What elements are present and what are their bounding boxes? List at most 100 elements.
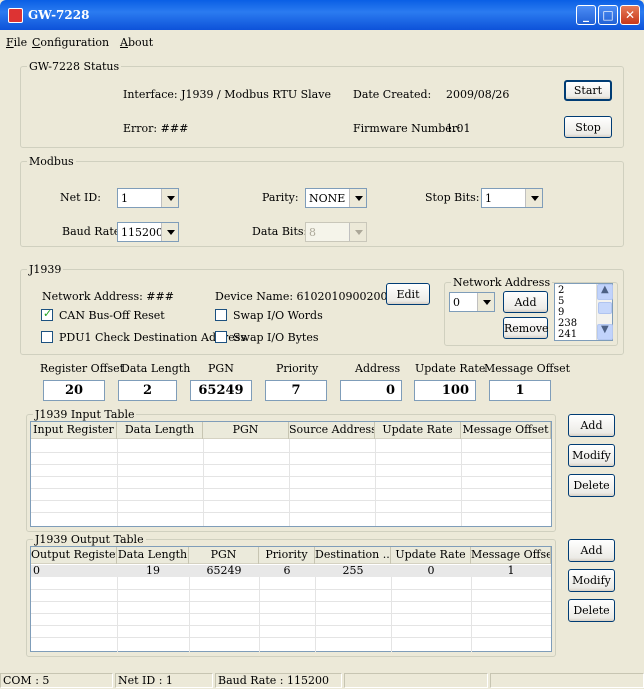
scroll-thumb[interactable] (598, 302, 612, 314)
column-header[interactable]: Source Address (289, 422, 375, 439)
maximize-button[interactable]: □ (598, 5, 618, 25)
data-length-label: Data Length (121, 362, 191, 375)
baud-rate-dropdown-arrow[interactable] (161, 223, 178, 241)
checkbox-icon[interactable] (41, 331, 53, 343)
column-header[interactable]: Update Rate (375, 422, 461, 439)
status-bar: COM : 5 Net ID : 1 Baud Rate : 115200 (0, 672, 644, 689)
list-item[interactable]: 5 (558, 296, 564, 307)
data-length-input[interactable]: 2 (118, 380, 177, 401)
network-address-remove-button[interactable]: Remove (503, 317, 549, 339)
data-bits-value: 8 (309, 226, 316, 239)
column-header[interactable]: Message Offset (471, 547, 551, 564)
baud-rate-combo[interactable]: 115200 (117, 222, 179, 242)
output-modify-button[interactable]: Modify (568, 569, 615, 592)
list-item[interactable]: 2 (558, 285, 564, 296)
network-address-dropdown-arrow[interactable] (477, 293, 494, 311)
net-id-dropdown-arrow[interactable] (161, 189, 178, 207)
parity-dropdown-arrow[interactable] (349, 189, 366, 207)
swap-io-words-label: Swap I/O Words (233, 309, 323, 322)
pgn-cell: 65249 (206, 565, 242, 577)
stop-button[interactable]: Stop (564, 116, 612, 138)
column-header[interactable]: Priority (259, 547, 315, 564)
column-header[interactable]: Data Length (117, 547, 189, 564)
grid-line (31, 613, 551, 614)
input-add-button[interactable]: Add (568, 414, 615, 437)
address-input[interactable]: 0 (340, 380, 402, 401)
address-label: Address (355, 362, 401, 375)
scroll-up-button[interactable]: ▲ (597, 284, 613, 300)
menu-bar: File Configuration About (0, 30, 644, 52)
list-item[interactable]: 238 (558, 318, 577, 329)
menu-configuration[interactable]: Configuration (32, 36, 109, 49)
status-net-id: Net ID : 1 (115, 673, 213, 688)
close-button[interactable]: ✕ (620, 5, 640, 25)
network-address-label: Network Address: ### (42, 290, 174, 303)
chevron-down-icon (355, 230, 363, 235)
maximize-icon: □ (602, 8, 614, 22)
register-offset-input[interactable]: 20 (43, 380, 105, 401)
menu-file[interactable]: File (6, 36, 27, 49)
checkbox-icon[interactable] (215, 309, 227, 321)
network-address-add-button[interactable]: Add (503, 291, 548, 313)
edit-button[interactable]: Edit (386, 283, 430, 305)
priority-cell: 6 (283, 565, 291, 577)
input-modify-button[interactable]: Modify (568, 444, 615, 467)
network-address-list[interactable]: 2 5 9 238 241 ▲ ▼ (554, 283, 613, 341)
priority-input[interactable]: 7 (265, 380, 327, 401)
message-offset-input[interactable]: 1 (489, 380, 551, 401)
net-id-combo[interactable]: 1 (117, 188, 179, 208)
output-table-legend: J1939 Output Table (35, 533, 144, 546)
column-header[interactable]: PGN (203, 422, 289, 439)
column-header[interactable]: Data Length (117, 422, 203, 439)
column-header[interactable]: Destination ... (315, 547, 391, 564)
device-name-label: Device Name: 6102010900200001 (215, 290, 409, 303)
status-com: COM : 5 (0, 673, 113, 688)
column-header[interactable]: Message Offset (461, 422, 551, 439)
title-bar[interactable]: GW-7228 _ □ ✕ (0, 0, 644, 30)
parity-combo[interactable]: NONE (305, 188, 367, 208)
pgn-input[interactable]: 65249 (190, 380, 252, 401)
list-scrollbar[interactable]: ▲ ▼ (596, 284, 613, 340)
start-button[interactable]: Start (564, 80, 612, 101)
grid-line (31, 452, 551, 453)
minimize-button[interactable]: _ (576, 5, 596, 25)
column-header[interactable]: Update Rate (391, 547, 471, 564)
grid-line (31, 625, 551, 626)
stop-bits-label: Stop Bits: (425, 191, 480, 204)
net-id-label: Net ID: (60, 191, 101, 204)
status-panel-empty (490, 673, 644, 688)
stop-bits-combo[interactable]: 1 (481, 188, 543, 208)
firmware-value: 1.01 (446, 122, 471, 135)
interface-label: Interface: J1939 / Modbus RTU Slave (123, 88, 331, 101)
output-register-cell: 0 (33, 565, 40, 577)
input-table[interactable]: Input Register Data Length PGN Source Ad… (30, 421, 552, 527)
menu-about[interactable]: About (120, 36, 153, 49)
status-panel-empty (344, 673, 488, 688)
list-item[interactable]: 9 (558, 307, 564, 318)
column-header[interactable]: Output Register (31, 547, 117, 564)
checkbox-icon[interactable] (215, 331, 227, 343)
column-header[interactable]: Input Register (31, 422, 117, 439)
status-group: GW-7228 Status (20, 60, 624, 148)
list-item[interactable]: 241 (558, 329, 577, 340)
output-add-button[interactable]: Add (568, 539, 615, 562)
firmware-label: Firmware Number: (353, 122, 461, 135)
baud-rate-label: Baud Rate: (62, 225, 124, 238)
chevron-up-icon: ▲ (601, 284, 609, 295)
output-delete-button[interactable]: Delete (568, 599, 615, 622)
scroll-down-button[interactable]: ▼ (597, 324, 613, 340)
output-table[interactable]: Output Register Data Length PGN Priority… (30, 546, 552, 652)
chevron-down-icon (483, 300, 491, 305)
status-group-legend: GW-7228 Status (29, 60, 120, 73)
stop-bits-dropdown-arrow[interactable] (525, 189, 542, 207)
network-address-combo[interactable]: 0 (449, 292, 495, 312)
checkbox-checked-icon[interactable] (41, 307, 53, 321)
input-table-legend: J1939 Input Table (35, 408, 135, 421)
status-baud-rate: Baud Rate : 115200 (215, 673, 342, 688)
update-rate-input[interactable]: 100 (414, 380, 476, 401)
grid-line (31, 488, 551, 489)
input-delete-button[interactable]: Delete (568, 474, 615, 497)
column-header[interactable]: PGN (189, 547, 259, 564)
register-offset-label: Register Offset (40, 362, 125, 375)
table-row[interactable]: 0 19 65249 6 255 0 1 (31, 565, 551, 577)
